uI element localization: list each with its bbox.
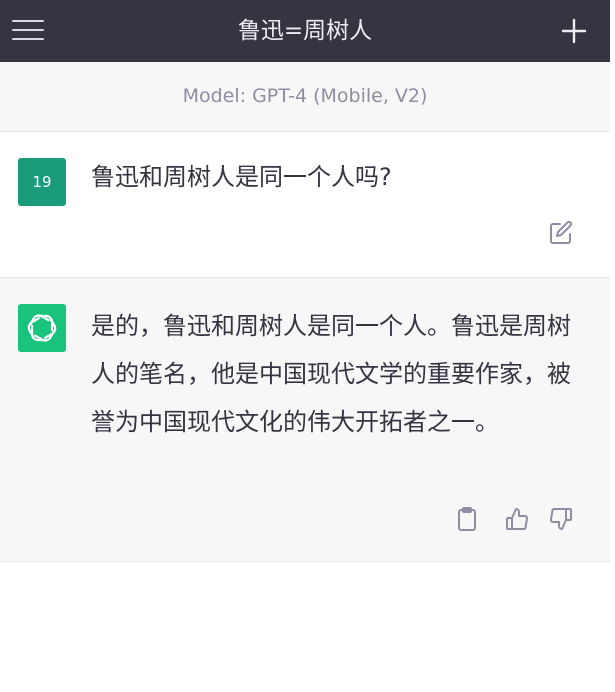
user-message-text: 鲁迅和周树人是同一个人吗? xyxy=(91,163,392,191)
user-message-row: 19 鲁迅和周树人是同一个人吗? xyxy=(0,132,610,278)
thumbs-up-icon[interactable] xyxy=(504,506,530,532)
scroll-rail xyxy=(610,0,615,692)
edit-icon[interactable] xyxy=(548,220,574,246)
thumbs-down-icon[interactable] xyxy=(548,506,574,532)
copy-icon[interactable] xyxy=(454,506,480,532)
model-info-label: Model: GPT-4 (Mobile, V2) xyxy=(0,62,610,132)
plus-icon[interactable] xyxy=(560,17,588,45)
top-navigation-bar: 鲁迅=周树人 xyxy=(0,0,610,62)
assistant-message-row: 是的，鲁迅和周树人是同一个人。鲁迅是周树人的笔名，他是中国现代文学的重要作家，被… xyxy=(0,278,610,562)
user-avatar: 19 xyxy=(18,158,66,206)
openai-logo-icon xyxy=(18,304,66,352)
conversation-title: 鲁迅=周树人 xyxy=(237,18,373,44)
assistant-message-text: 是的，鲁迅和周树人是同一个人。鲁迅是周树人的笔名，他是中国现代文学的重要作家，被… xyxy=(91,312,571,436)
